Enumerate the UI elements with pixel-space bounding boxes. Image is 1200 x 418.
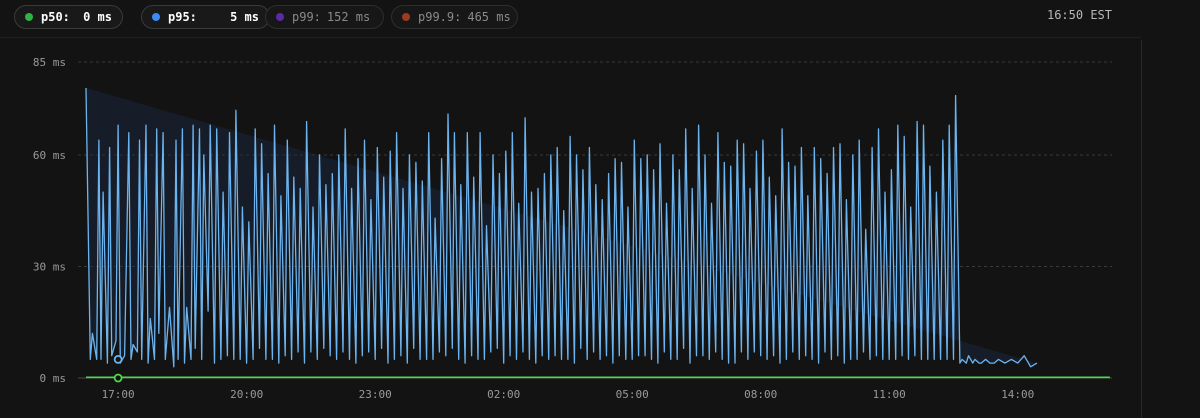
x-tick-label: 17:00 (102, 388, 135, 401)
latency-chart-panel: p50: 0 ms p95: 5 ms p99: 152 ms p99.9: 4… (0, 0, 1200, 418)
x-tick-label: 02:00 (487, 388, 520, 401)
y-tick-label: 30 ms (33, 260, 66, 273)
x-tick-label: 20:00 (230, 388, 263, 401)
p50-marker (113, 373, 123, 383)
p95-marker (113, 355, 123, 364)
y-tick-label: 85 ms (33, 56, 66, 69)
y-tick-label: 60 ms (33, 149, 66, 162)
x-tick-label: 08:00 (744, 388, 777, 401)
x-tick-label: 14:00 (1001, 388, 1034, 401)
latency-line-chart: 85 ms 60 ms 30 ms 0 ms 17:00 20:00 23:00 02:00 0… (33, 56, 1112, 401)
y-tick-label: 0 ms (40, 372, 67, 385)
x-tick-label: 05:00 (616, 388, 649, 401)
x-tick-label: 23:00 (359, 388, 392, 401)
x-tick-label: 11:00 (873, 388, 906, 401)
